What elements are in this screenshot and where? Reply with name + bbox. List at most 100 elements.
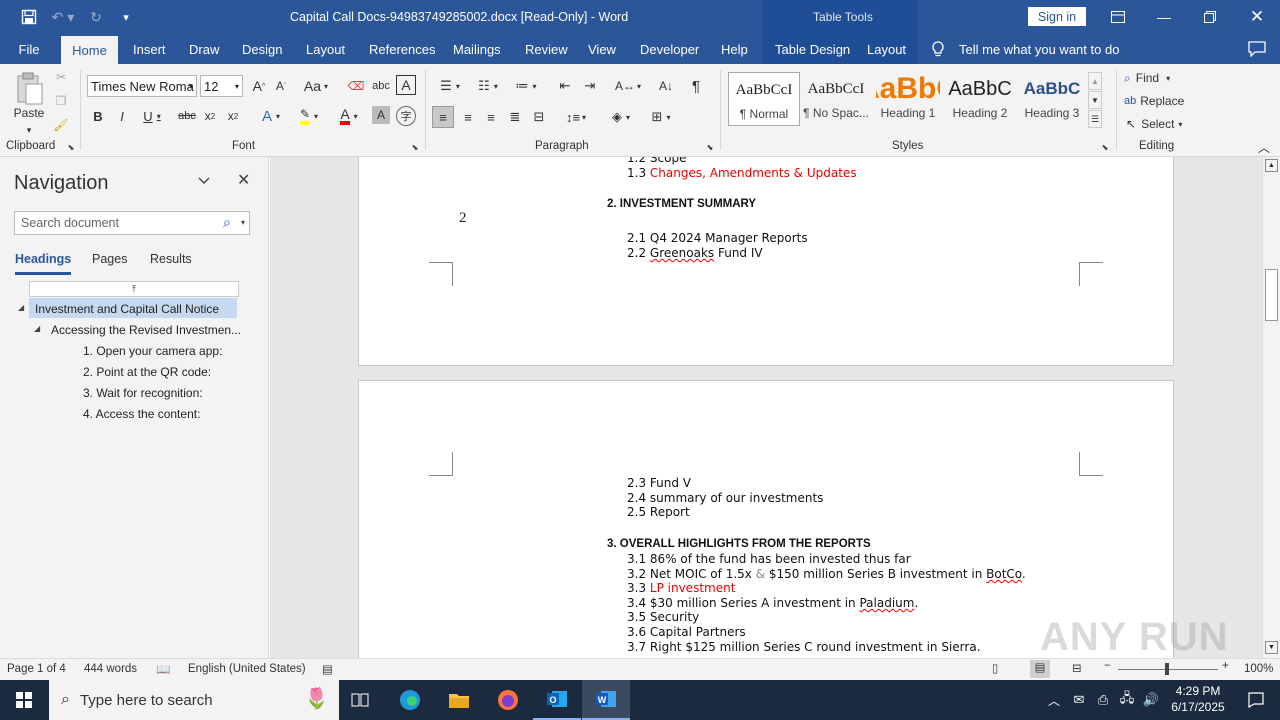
tab-developer[interactable]: Developer bbox=[640, 34, 699, 64]
style-heading-2[interactable]: AaBbC Heading 2 bbox=[944, 72, 1016, 126]
vertical-scrollbar[interactable]: ▲ ▼ bbox=[1262, 157, 1280, 658]
comments-icon[interactable] bbox=[1248, 34, 1266, 64]
clock[interactable]: 4:29 PM 6/17/2025 bbox=[1168, 683, 1228, 715]
align-center-icon[interactable]: ≡ bbox=[458, 106, 478, 128]
notifications-icon[interactable] bbox=[1232, 680, 1280, 720]
tab-insert[interactable]: Insert bbox=[133, 34, 166, 64]
increase-indent-icon[interactable]: ⇥ bbox=[580, 76, 600, 96]
paste-dropdown-icon[interactable]: ▾ bbox=[22, 124, 36, 136]
undo-icon[interactable]: ↶ ▾ bbox=[48, 0, 78, 34]
windows-start-icon[interactable] bbox=[0, 680, 48, 720]
word-icon[interactable]: W bbox=[582, 680, 630, 720]
edge-icon[interactable] bbox=[386, 680, 434, 720]
search-document-input[interactable]: Search document ⌕ ▾ bbox=[14, 211, 250, 235]
zoom-out-icon[interactable]: − bbox=[1104, 660, 1111, 672]
close-icon[interactable]: ✕ bbox=[1238, 0, 1276, 34]
nav-heading-6[interactable]: 4. Access the content: bbox=[83, 407, 200, 421]
multilevel-list-icon[interactable]: ≔ ▾ bbox=[510, 76, 542, 96]
borders-icon[interactable]: ⊞ ▾ bbox=[644, 106, 678, 128]
nav-close-icon[interactable]: ✕ bbox=[237, 170, 250, 190]
styles-scroll-down-icon[interactable]: ▼ bbox=[1088, 91, 1102, 109]
tab-draw[interactable]: Draw bbox=[189, 34, 219, 64]
tab-references[interactable]: References bbox=[369, 34, 435, 64]
style-no-spacing[interactable]: AaBbCcI ¶ No Spac... bbox=[800, 72, 872, 126]
status-words[interactable]: 444 words bbox=[84, 663, 137, 675]
tell-me-search[interactable]: Tell me what you want to do bbox=[959, 34, 1119, 64]
maximize-icon[interactable] bbox=[1192, 0, 1228, 34]
file-explorer-icon[interactable] bbox=[435, 680, 483, 720]
styles-more-icon[interactable]: ☰ bbox=[1088, 110, 1102, 128]
style-heading-3[interactable]: AaBbC Heading 3 bbox=[1016, 72, 1088, 126]
status-page[interactable]: Page 1 of 4 bbox=[7, 663, 66, 675]
expand-heading-2-icon[interactable]: ◢ bbox=[34, 324, 40, 333]
underline-icon[interactable]: U ▾ bbox=[138, 106, 166, 126]
phonetic-guide-icon[interactable]: abc bbox=[370, 76, 392, 96]
style-heading-1[interactable]: AaBbC Heading 1 bbox=[872, 72, 944, 126]
align-left-icon[interactable]: ≡ bbox=[432, 106, 454, 128]
paste-icon[interactable] bbox=[10, 70, 48, 108]
strikethrough-icon[interactable]: abc bbox=[176, 106, 198, 126]
superscript-icon[interactable]: x2 bbox=[224, 106, 242, 126]
select-button[interactable]: ↖ Select ▾ bbox=[1126, 115, 1192, 133]
page-1[interactable]: 1.2 Scope 1.3 Changes, Amendments & Upda… bbox=[358, 157, 1174, 366]
nav-heading-1[interactable]: Investment and Capital Call Notice bbox=[35, 302, 219, 316]
character-border-icon[interactable]: A bbox=[396, 75, 416, 95]
nav-heading-3[interactable]: 1. Open your camera app: bbox=[83, 344, 222, 358]
customize-qat-icon[interactable]: ▾ bbox=[116, 0, 136, 34]
status-zoom[interactable]: 100% bbox=[1244, 663, 1273, 675]
redo-icon[interactable]: ↻ bbox=[84, 0, 108, 34]
outlook-tray-icon[interactable]: ✉ bbox=[1068, 680, 1090, 720]
styles-launcher-icon[interactable]: ⬊ bbox=[1100, 142, 1110, 152]
grow-font-icon[interactable]: A ^ bbox=[250, 76, 268, 96]
clipboard-launcher-icon[interactable]: ⬊ bbox=[66, 142, 76, 152]
numbering-icon[interactable]: ☷ ▾ bbox=[472, 76, 504, 96]
nav-scroll-top-icon[interactable]: ⤒ bbox=[29, 281, 239, 297]
tab-mailings[interactable]: Mailings bbox=[453, 34, 501, 64]
font-size-combo[interactable]: 12 ▾ bbox=[200, 75, 243, 97]
document-area[interactable]: 1.2 Scope 1.3 Changes, Amendments & Upda… bbox=[270, 157, 1262, 658]
replace-button[interactable]: ab Replace bbox=[1124, 92, 1190, 110]
accessibility-icon[interactable]: ▤ bbox=[322, 662, 333, 676]
italic-icon[interactable]: I bbox=[114, 106, 130, 126]
read-mode-icon[interactable]: ▯ bbox=[992, 661, 998, 675]
tab-file[interactable]: File bbox=[10, 34, 48, 64]
justify-icon[interactable]: ≣ bbox=[505, 106, 525, 128]
meet-now-icon[interactable]: ⎙ bbox=[1092, 680, 1114, 720]
font-color-icon[interactable]: A ▾ bbox=[332, 106, 366, 126]
nav-tab-results[interactable]: Results bbox=[150, 252, 192, 266]
character-shading-icon[interactable]: A bbox=[372, 106, 390, 124]
save-icon[interactable] bbox=[16, 0, 42, 34]
nav-options-chevron-icon[interactable] bbox=[196, 172, 212, 191]
tab-table-design[interactable]: Table Design bbox=[775, 34, 850, 64]
tab-design[interactable]: Design bbox=[242, 34, 282, 64]
tab-table-layout[interactable]: Layout bbox=[867, 34, 906, 64]
scroll-down-icon[interactable]: ▼ bbox=[1265, 641, 1278, 654]
sign-in-button[interactable]: Sign in bbox=[1028, 7, 1086, 26]
volume-icon[interactable]: 🔊 bbox=[1140, 680, 1162, 720]
search-dropdown-icon[interactable]: ▾ bbox=[241, 218, 245, 227]
outlook-icon[interactable]: O bbox=[533, 680, 581, 720]
task-view-icon[interactable] bbox=[336, 680, 384, 720]
tab-layout[interactable]: Layout bbox=[306, 34, 345, 64]
search-icon[interactable]: ⌕ bbox=[223, 214, 231, 231]
shrink-font-icon[interactable]: Aˇ bbox=[272, 76, 290, 96]
subscript-icon[interactable]: x2 bbox=[201, 106, 219, 126]
zoom-slider-thumb[interactable] bbox=[1165, 663, 1169, 675]
web-layout-icon[interactable]: ⊟ bbox=[1072, 661, 1082, 675]
sort-icon[interactable]: A↓ bbox=[656, 76, 676, 96]
copy-icon[interactable]: ❐ bbox=[52, 92, 70, 110]
find-button[interactable]: ⌕ Find ▾ bbox=[1124, 69, 1190, 87]
change-case-icon[interactable]: Aa ▾ bbox=[300, 76, 332, 96]
nav-heading-5[interactable]: 3. Wait for recognition: bbox=[83, 386, 203, 400]
style-normal[interactable]: AaBbCcI ¶ Normal bbox=[728, 72, 800, 126]
styles-scroll-up-icon[interactable]: ▲ bbox=[1088, 72, 1102, 90]
decrease-indent-icon[interactable]: ⇤ bbox=[555, 76, 575, 96]
tab-help[interactable]: Help bbox=[721, 34, 748, 64]
zoom-in-icon[interactable]: + bbox=[1222, 660, 1229, 672]
print-layout-icon[interactable]: ▤ bbox=[1030, 660, 1050, 678]
line-spacing-icon[interactable]: ↕≡ ▾ bbox=[560, 106, 592, 128]
highlight-color-icon[interactable]: ✎ ▾ bbox=[292, 106, 326, 126]
shading-icon[interactable]: ◈ ▾ bbox=[604, 106, 638, 128]
status-language[interactable]: English (United States) bbox=[188, 663, 306, 675]
align-right-icon[interactable]: ≡ bbox=[481, 106, 501, 128]
